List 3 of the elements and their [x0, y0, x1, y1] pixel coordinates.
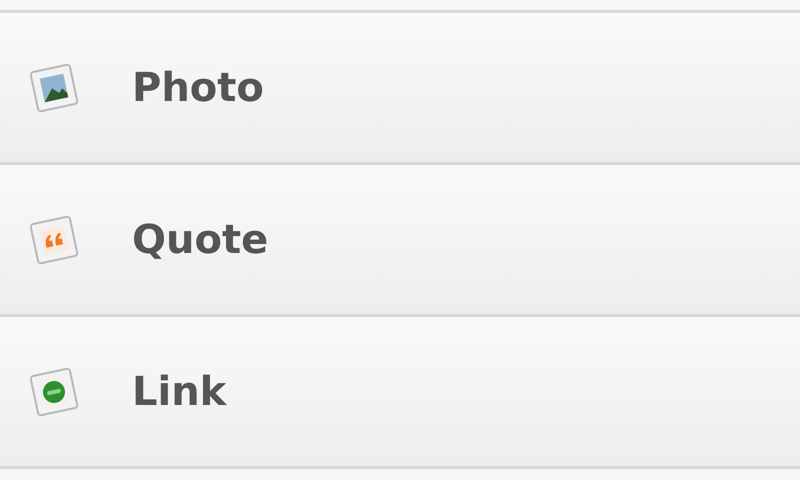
list-item[interactable]: Photo — [0, 13, 800, 165]
list-item[interactable]: Quote — [0, 165, 800, 317]
list-item[interactable]: Link — [0, 317, 800, 469]
